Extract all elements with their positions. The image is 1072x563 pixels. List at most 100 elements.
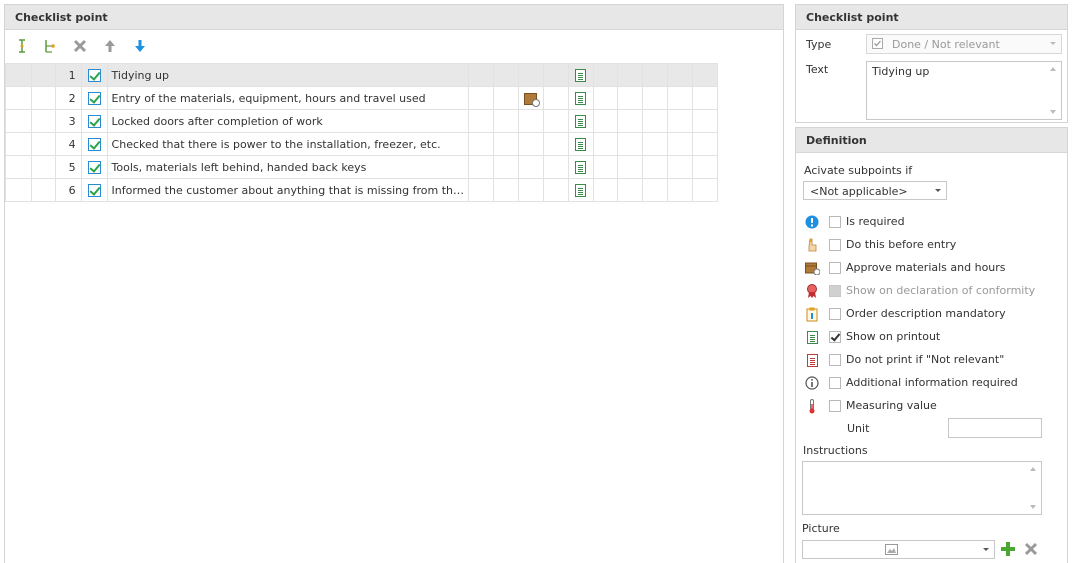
row-indicator-cell[interactable]	[5, 178, 32, 202]
row-flag-cell[interactable]	[617, 109, 644, 133]
move-up-icon[interactable]	[101, 37, 119, 55]
table-row[interactable]: 2 Entry of the materials, equipment, hour…	[5, 86, 719, 110]
row-flag-cell[interactable]	[567, 132, 594, 156]
table-row[interactable]: 6 Informed the customer about anything th…	[5, 178, 719, 202]
row-flag-cell[interactable]	[567, 109, 594, 133]
row-type-cell[interactable]	[80, 155, 108, 179]
row-flag-cell[interactable]	[592, 132, 619, 156]
row-flag-cell[interactable]	[691, 155, 719, 179]
row-flag-cell[interactable]	[592, 178, 619, 202]
row-flag-cell[interactable]	[517, 63, 544, 87]
row-flag-cell[interactable]	[542, 63, 569, 87]
row-flag-cell[interactable]	[493, 86, 519, 110]
row-flag-cell[interactable]	[617, 86, 644, 110]
row-flag-cell[interactable]	[642, 86, 669, 110]
type-select[interactable]: Done / Not relevant	[866, 34, 1062, 54]
row-type-cell[interactable]	[80, 86, 108, 110]
row-text[interactable]: Locked doors after completion of work	[106, 109, 470, 133]
option-checkbox[interactable]	[829, 331, 841, 343]
option-checkbox[interactable]	[829, 239, 841, 251]
row-flag-cell[interactable]	[517, 178, 544, 202]
row-flag-cell[interactable]	[542, 132, 569, 156]
row-flag-cell[interactable]	[667, 155, 693, 179]
scroll-up-icon[interactable]	[1050, 67, 1056, 71]
row-flag-cell[interactable]	[542, 155, 569, 179]
option-checkbox[interactable]	[829, 308, 841, 320]
row-indicator-cell[interactable]	[5, 63, 32, 87]
row-flag-cell[interactable]	[592, 155, 619, 179]
row-text[interactable]: Checked that there is power to the insta…	[106, 132, 470, 156]
row-flag-cell[interactable]	[691, 178, 719, 202]
option-checkbox[interactable]	[829, 400, 841, 412]
row-type-cell[interactable]	[80, 178, 108, 202]
row-flag-cell[interactable]	[691, 86, 719, 110]
row-flag-cell[interactable]	[691, 132, 719, 156]
option-checkbox[interactable]	[829, 262, 841, 274]
row-indicator-cell[interactable]	[5, 109, 32, 133]
add-item-icon[interactable]	[13, 37, 31, 55]
row-text[interactable]: Tools, materials left behind, handed bac…	[106, 155, 470, 179]
row-flag-cell[interactable]	[468, 155, 495, 179]
row-flag-cell[interactable]	[493, 63, 519, 87]
row-flag-cell[interactable]	[517, 155, 544, 179]
table-row[interactable]: 5 Tools, materials left behind, handed ba…	[5, 155, 719, 179]
table-row[interactable]: 1 Tidying up	[5, 63, 719, 87]
option-checkbox[interactable]	[829, 216, 841, 228]
delete-icon[interactable]	[71, 37, 89, 55]
row-indicator-cell[interactable]	[5, 155, 32, 179]
row-flag-cell[interactable]	[517, 109, 544, 133]
row-flag-cell[interactable]	[567, 178, 594, 202]
row-expand-cell[interactable]	[30, 132, 56, 156]
row-flag-cell[interactable]	[517, 132, 544, 156]
row-expand-cell[interactable]	[30, 109, 56, 133]
row-flag-cell[interactable]	[493, 132, 519, 156]
row-text[interactable]: Tidying up	[106, 63, 470, 87]
row-flag-cell[interactable]	[642, 178, 669, 202]
instructions-textarea[interactable]	[802, 461, 1042, 515]
row-flag-cell[interactable]	[493, 109, 519, 133]
row-flag-cell[interactable]	[642, 155, 669, 179]
text-field[interactable]: Tidying up	[866, 61, 1062, 120]
row-flag-cell[interactable]	[667, 178, 693, 202]
row-expand-cell[interactable]	[30, 86, 56, 110]
table-row[interactable]: 3 Locked doors after completion of work	[5, 109, 719, 133]
option-checkbox[interactable]	[829, 354, 841, 366]
row-flag-cell[interactable]	[517, 86, 544, 110]
row-flag-cell[interactable]	[691, 63, 719, 87]
row-expand-cell[interactable]	[30, 63, 56, 87]
row-flag-cell[interactable]	[493, 155, 519, 179]
row-flag-cell[interactable]	[468, 132, 495, 156]
row-flag-cell[interactable]	[592, 86, 619, 110]
row-flag-cell[interactable]	[642, 63, 669, 87]
move-down-icon[interactable]	[131, 37, 149, 55]
row-flag-cell[interactable]	[468, 86, 495, 110]
row-flag-cell[interactable]	[642, 109, 669, 133]
row-flag-cell[interactable]	[567, 155, 594, 179]
option-checkbox[interactable]	[829, 377, 841, 389]
row-flag-cell[interactable]	[642, 132, 669, 156]
row-flag-cell[interactable]	[567, 63, 594, 87]
add-picture-icon[interactable]	[1001, 542, 1015, 556]
row-type-cell[interactable]	[80, 132, 108, 156]
row-flag-cell[interactable]	[667, 109, 693, 133]
row-flag-cell[interactable]	[468, 109, 495, 133]
row-flag-cell[interactable]	[667, 86, 693, 110]
row-flag-cell[interactable]	[542, 178, 569, 202]
row-flag-cell[interactable]	[567, 86, 594, 110]
remove-picture-icon[interactable]	[1024, 542, 1038, 556]
activate-select[interactable]: <Not applicable>	[803, 181, 947, 200]
row-flag-cell[interactable]	[542, 109, 569, 133]
row-flag-cell[interactable]	[542, 86, 569, 110]
row-flag-cell[interactable]	[617, 132, 644, 156]
row-expand-cell[interactable]	[30, 178, 56, 202]
table-row[interactable]: 4 Checked that there is power to the inst…	[5, 132, 719, 156]
row-indicator-cell[interactable]	[5, 132, 32, 156]
row-flag-cell[interactable]	[617, 63, 644, 87]
row-flag-cell[interactable]	[468, 178, 495, 202]
row-type-cell[interactable]	[80, 63, 108, 87]
row-flag-cell[interactable]	[667, 132, 693, 156]
row-expand-cell[interactable]	[30, 155, 56, 179]
scroll-down-icon[interactable]	[1030, 505, 1036, 509]
row-flag-cell[interactable]	[493, 178, 519, 202]
row-flag-cell[interactable]	[468, 63, 495, 87]
